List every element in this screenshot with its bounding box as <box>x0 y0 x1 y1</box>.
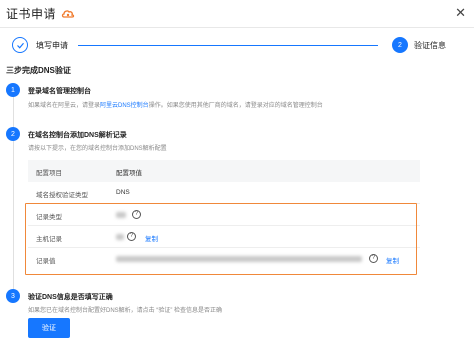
step-number-2: 2 <box>6 127 20 141</box>
item-description: 如果域名在阿里云，请登录阿里云DNS控制台操作。如果您使用其他厂商的域名，请登录… <box>28 103 323 109</box>
step-number-3: 3 <box>6 289 20 303</box>
step-label: 验证信息 <box>414 41 446 50</box>
item-title: 登录域名管理控制台 <box>28 88 91 95</box>
section-title: 三步完成DNS验证 <box>6 66 71 75</box>
verify-button[interactable]: 验证 <box>28 318 70 338</box>
highlight-box <box>25 203 417 275</box>
cloud-icon <box>61 9 75 18</box>
dns-console-link[interactable]: 阿里云DNS控制台 <box>100 103 149 109</box>
timeline-line <box>13 96 14 292</box>
step-connector <box>78 45 378 46</box>
row-key: 域名授权验证类型 <box>36 192 88 199</box>
check-icon <box>12 37 28 53</box>
table-row: 域名授权验证类型 DNS <box>28 182 420 204</box>
step-number: 2 <box>392 37 408 53</box>
item-description: 请按以下提示，在您的域名控制台添加DNS解析配置 <box>28 146 167 152</box>
step-number-1: 1 <box>6 83 20 97</box>
title-bar: 证书申请 ✕ <box>0 0 474 27</box>
step-progress: 填写申请 2 验证信息 <box>0 27 474 63</box>
window-title: 证书申请 <box>6 7 57 21</box>
table-header: 配置项目 配置项值 <box>28 160 420 182</box>
step-label: 填写申请 <box>36 41 68 50</box>
row-value: DNS <box>116 189 130 196</box>
item-title: 在域名控制台添加DNS解析记录 <box>28 132 127 139</box>
item-title: 验证DNS信息是否填写正确 <box>28 294 113 301</box>
header-value: 配置项值 <box>116 170 142 177</box>
close-icon[interactable]: ✕ <box>455 6 466 20</box>
item-description: 如果您已在域名控制台配置好DNS解析，请点击 “验证” 检查信息是否正确 <box>28 308 222 314</box>
header-key: 配置项目 <box>36 170 62 177</box>
